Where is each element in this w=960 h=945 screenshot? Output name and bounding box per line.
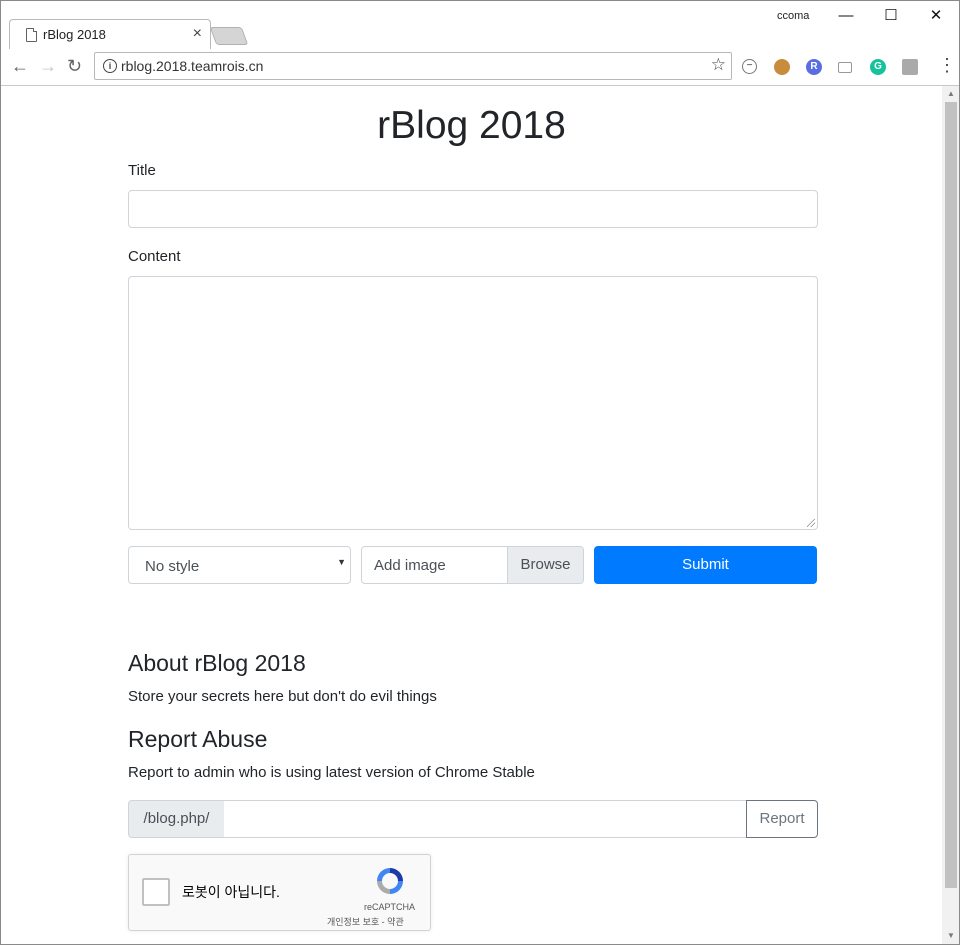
tab-title: rBlog 2018: [43, 27, 106, 42]
tab-close-icon[interactable]: ×: [193, 25, 202, 43]
report-url-input[interactable]: [224, 800, 747, 838]
content-textarea[interactable]: [128, 276, 818, 530]
r-extension-icon[interactable]: R: [806, 59, 822, 75]
close-window-button[interactable]: ✕: [913, 5, 959, 29]
page-icon: [26, 28, 37, 42]
report-button[interactable]: Report: [746, 800, 818, 838]
page-title: rBlog 2018: [377, 104, 566, 147]
page-content: rBlog 2018 Title Content No style ▼ Add …: [1, 86, 942, 944]
tab-strip: rBlog 2018 × ccoma — ☐ ✕: [1, 1, 959, 50]
scroll-down-arrow-icon[interactable]: ▼: [947, 931, 955, 940]
recaptcha-checkbox[interactable]: [142, 878, 170, 906]
cookie-icon[interactable]: [774, 59, 790, 75]
url-text[interactable]: rblog.2018.teamrois.cn: [121, 58, 263, 74]
file-input-placeholder: Add image: [374, 557, 446, 574]
about-heading: About rBlog 2018: [128, 650, 306, 676]
submit-button[interactable]: Submit: [594, 546, 817, 584]
image-file-input[interactable]: Add image Browse: [361, 546, 584, 584]
block-icon[interactable]: −: [742, 59, 757, 74]
report-heading: Report Abuse: [128, 726, 268, 752]
chevron-down-icon: ▼: [337, 557, 346, 567]
recaptcha-brand: reCAPTCHA: [364, 902, 416, 912]
browser-toolbar: ← → ↻ i rblog.2018.teamrois.cn ☆ − R G ⋮: [1, 49, 959, 86]
new-tab-button[interactable]: [209, 27, 249, 45]
minimize-button[interactable]: —: [823, 5, 869, 29]
recaptcha-privacy-links[interactable]: 개인정보 보호 - 약관: [327, 915, 404, 928]
browse-button[interactable]: Browse: [507, 547, 583, 583]
menu-dots-icon[interactable]: ⋮: [938, 55, 956, 76]
style-select-value: No style: [145, 558, 200, 575]
report-url-prefix: /blog.php/: [128, 800, 225, 838]
browser-tab[interactable]: rBlog 2018 ×: [9, 19, 211, 50]
profile-name[interactable]: ccoma: [777, 10, 809, 22]
forward-arrow-icon[interactable]: →: [39, 56, 57, 77]
info-icon[interactable]: i: [103, 59, 117, 73]
bookmark-star-icon[interactable]: ☆: [711, 55, 726, 75]
recaptcha-logo-icon: [377, 868, 403, 894]
title-input[interactable]: [128, 190, 818, 228]
address-bar[interactable]: i rblog.2018.teamrois.cn ☆: [94, 52, 732, 80]
pdf-icon[interactable]: [902, 59, 918, 75]
resize-grip-icon[interactable]: [807, 519, 815, 527]
title-label: Title: [128, 162, 156, 179]
recaptcha-label: 로봇이 아닙니다.: [182, 884, 280, 900]
scroll-up-arrow-icon[interactable]: ▲: [947, 89, 955, 98]
recaptcha-widget: 로봇이 아닙니다. reCAPTCHA 개인정보 보호 - 약관: [128, 854, 431, 931]
style-select[interactable]: No style ▼: [128, 546, 351, 584]
report-text: Report to admin who is using latest vers…: [128, 764, 535, 781]
browser-window: rBlog 2018 × ccoma — ☐ ✕ ← → ↻ i rblog.2…: [0, 0, 960, 945]
back-arrow-icon[interactable]: ←: [11, 56, 29, 77]
maximize-button[interactable]: ☐: [868, 5, 914, 29]
about-text: Store your secrets here but don't do evi…: [128, 688, 437, 705]
report-input-group: /blog.php/ Report: [128, 800, 818, 838]
scrollbar-thumb[interactable]: [945, 102, 957, 888]
reload-icon[interactable]: ↻: [67, 56, 82, 77]
content-label: Content: [128, 248, 181, 265]
cast-icon[interactable]: [838, 62, 852, 73]
grammarly-icon[interactable]: G: [870, 59, 886, 75]
